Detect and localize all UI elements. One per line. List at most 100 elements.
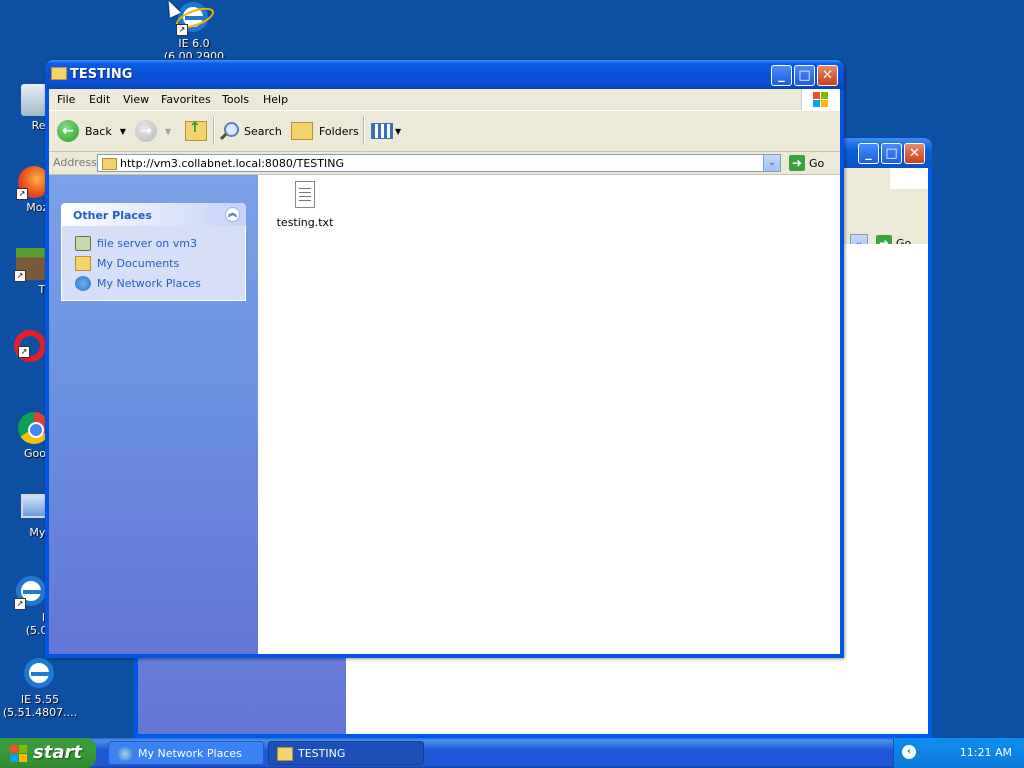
place-label: My Network Places — [97, 277, 201, 290]
desktop-icon-ie555[interactable]: IE 5.55 (5.51.4807.... — [0, 658, 80, 719]
network-places-icon — [75, 276, 91, 291]
back-dropdown-icon[interactable]: ▼ — [120, 127, 126, 136]
clock: 11:21 AM — [959, 746, 1012, 759]
content-area: Other Places ︽ file server on vm3 My Doc… — [49, 175, 840, 654]
toolbar-separator — [363, 117, 365, 145]
close-button[interactable]: ✕ — [904, 143, 925, 164]
folder-icon — [102, 158, 117, 170]
folder-up-icon: ↑ — [185, 120, 207, 141]
file-item[interactable]: testing.txt — [270, 181, 340, 229]
menu-favorites[interactable]: Favorites — [161, 93, 211, 106]
go-button[interactable]: ➜ Go — [789, 154, 824, 172]
close-icon: ✕ — [822, 68, 833, 83]
address-dropdown-icon[interactable]: ⌄ — [763, 155, 780, 171]
minimize-icon: _ — [778, 68, 785, 83]
minimize-icon: _ — [865, 146, 872, 161]
go-arrow-icon: ➜ — [789, 155, 805, 171]
folder-icon — [51, 67, 67, 80]
desktop-icon-label: IE 6.0 — [178, 37, 210, 50]
shortcut-arrow-icon: ↗ — [14, 598, 26, 610]
toolbar: ← Back ▼ → ▼ ↑ Search Folders ▼ — [49, 111, 840, 152]
toolbar-separator — [213, 117, 215, 145]
maximize-button[interactable]: □ — [794, 65, 815, 86]
other-places-panel: Other Places ︽ file server on vm3 My Doc… — [61, 203, 246, 303]
address-label: Address — [53, 156, 97, 169]
windows-logo — [890, 168, 928, 189]
place-my-network-places[interactable]: My Network Places — [62, 274, 245, 294]
other-places-header[interactable]: Other Places ︽ — [61, 203, 246, 226]
address-input[interactable]: http://vm3.collabnet.local:8080/TESTING … — [97, 154, 781, 172]
menu-view[interactable]: View — [123, 93, 149, 106]
search-button[interactable]: Search — [219, 117, 282, 145]
taskbar-item-label: My Network Places — [138, 747, 242, 760]
place-my-documents[interactable]: My Documents — [62, 254, 245, 274]
desktop-icon-sublabel: (6.00.2900 — [163, 50, 225, 58]
start-label: start — [33, 742, 82, 763]
windows-logo — [801, 89, 840, 110]
file-list: testing.txt — [258, 175, 840, 654]
ie-icon: ↗ — [14, 576, 48, 610]
text-file-icon — [295, 181, 315, 208]
system-tray: ‹ 11:21 AM — [893, 738, 1024, 768]
menu-tools[interactable]: Tools — [222, 93, 249, 106]
maximize-icon: □ — [885, 146, 898, 161]
tlauncher-icon: ↗ — [14, 248, 48, 282]
other-places-list: file server on vm3 My Documents My Netwo… — [61, 226, 246, 301]
folders-label: Folders — [319, 124, 359, 138]
back-label: Back — [85, 124, 112, 138]
forward-dropdown-icon[interactable]: ▼ — [165, 127, 171, 136]
search-label: Search — [244, 124, 282, 138]
windows-flag-icon — [10, 745, 27, 762]
address-value: http://vm3.collabnet.local:8080/TESTING — [120, 157, 344, 170]
network-drive-icon — [75, 236, 91, 251]
window-title: TESTING — [70, 67, 133, 82]
folder-icon — [277, 747, 293, 761]
menu-bar: File Edit View Favorites Tools Help — [49, 89, 840, 111]
windows-flag-icon — [813, 92, 829, 108]
up-folder-button[interactable]: ↑ — [185, 117, 207, 145]
menu-edit[interactable]: Edit — [89, 93, 110, 106]
close-button[interactable]: ✕ — [817, 65, 838, 86]
shortcut-arrow-icon: ↗ — [18, 346, 30, 358]
address-bar: Address http://vm3.collabnet.local:8080/… — [49, 152, 840, 175]
close-icon: ✕ — [909, 146, 920, 161]
my-documents-icon — [75, 256, 91, 271]
place-file-server[interactable]: file server on vm3 — [62, 234, 245, 254]
window-titlebar[interactable]: TESTING _ □ ✕ — [45, 60, 844, 89]
opera-icon: ↗ — [14, 330, 46, 362]
maximize-icon: □ — [798, 68, 811, 83]
explorer-window[interactable]: TESTING _ □ ✕ File Edit View Favorites T… — [45, 60, 844, 658]
maximize-button[interactable]: □ — [881, 143, 902, 164]
views-dropdown-icon: ▼ — [395, 126, 402, 136]
views-button[interactable]: ▼ — [371, 117, 401, 145]
place-label: file server on vm3 — [97, 237, 197, 250]
taskbar: start My Network Places TESTING ? ‹ 11:2… — [0, 738, 1024, 768]
recycle-bin-icon — [21, 84, 47, 116]
ie-icon: ↗ — [173, 2, 217, 36]
task-pane: Other Places ︽ file server on vm3 My Doc… — [49, 175, 258, 654]
folders-button[interactable]: Folders — [291, 117, 359, 145]
menu-file[interactable]: File — [57, 93, 75, 106]
shortcut-arrow-icon: ↗ — [176, 24, 188, 36]
network-places-icon — [117, 747, 133, 761]
forward-arrow-icon: → — [135, 120, 157, 142]
shortcut-arrow-icon: ↗ — [14, 270, 26, 282]
taskbar-item-testing[interactable]: TESTING — [268, 741, 424, 765]
other-places-title: Other Places — [73, 209, 152, 222]
desktop-icon-label: IE 5.55 — [20, 693, 60, 706]
forward-button[interactable]: → ▼ — [135, 117, 171, 145]
menu-help[interactable]: Help — [263, 93, 288, 106]
taskbar-item-my-network-places[interactable]: My Network Places — [108, 741, 264, 765]
desktop-icon-sublabel: (5.51.4807.... — [2, 706, 78, 719]
shortcut-arrow-icon: ↗ — [16, 188, 28, 200]
minimize-button[interactable]: _ — [771, 65, 792, 86]
start-button[interactable]: start — [0, 738, 96, 768]
collapse-chevron-icon[interactable]: ︽ — [225, 207, 240, 222]
views-icon — [371, 123, 393, 139]
folders-icon — [291, 122, 313, 140]
back-arrow-icon: ← — [57, 120, 79, 142]
show-hidden-icons-button[interactable]: ‹ — [902, 745, 916, 759]
minimize-button[interactable]: _ — [858, 143, 879, 164]
back-button[interactable]: ← Back ▼ — [57, 117, 126, 145]
my-computer-icon — [21, 494, 47, 518]
